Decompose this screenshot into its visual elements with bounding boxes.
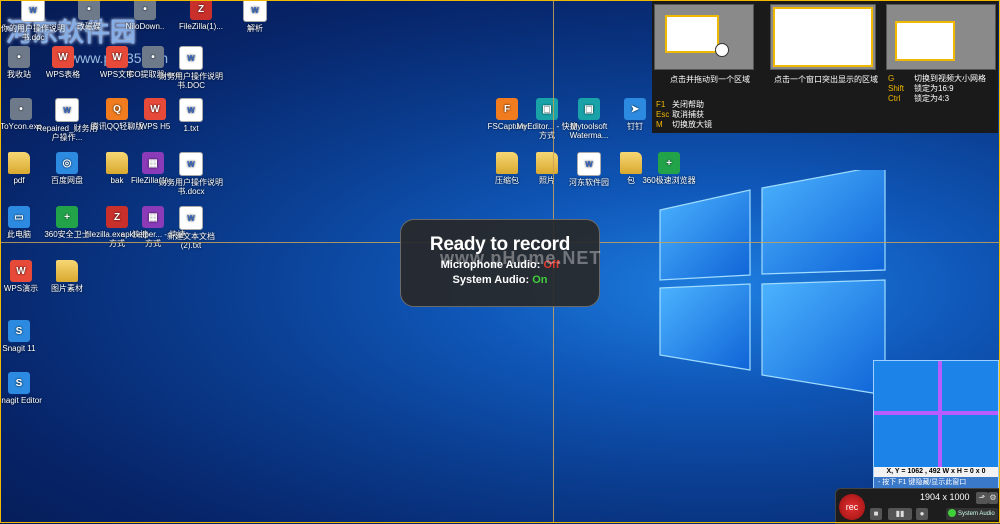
help-panel: 点击并拖动到一个区域 点击一个窗口突出显示的区域 F1 关闭帮助 Esc 取消捕获 M 切… [652, 0, 998, 133]
folder-icon [8, 152, 30, 174]
audio-level-icon[interactable]: ▮▮ [888, 508, 912, 520]
help-thumb-window [770, 4, 876, 70]
help-caption-drag: 点击并拖动到一个区域 [670, 75, 750, 84]
desktop-icon[interactable]: +360极速浏览器 [636, 152, 702, 185]
desktop-icon[interactable]: W 财务用户操作说明书.docx [158, 152, 224, 196]
desktop-icon-label: 财务用户操作说明书.DOC [159, 72, 223, 90]
360-security-icon: + [56, 206, 78, 228]
help-keys-left: F1 关闭帮助 Esc 取消捕获 M 切换放大镜 [656, 100, 712, 130]
hotkey: Shift [888, 84, 905, 93]
document-icon: W [21, 0, 45, 22]
desktop-icon[interactable]: W 新建文本文档(2).txt [158, 206, 224, 250]
desktop-icon[interactable]: S Snagit 11 [0, 320, 52, 353]
system-audio-state: On [532, 274, 548, 286]
desktop-icon-label: 财务用户操作说明书.docx [159, 178, 223, 196]
help-caption-window: 点击一个窗口突出显示的区域 [774, 75, 878, 84]
hotkey-row: F1 关闭帮助 [656, 100, 712, 110]
myeditor-icon: ▣ [536, 98, 558, 120]
document-icon: W [179, 46, 203, 70]
snagit-editor-icon: S [8, 372, 30, 394]
hotkey-description: 切换放大镜 [672, 120, 712, 129]
wps-sheet-icon: W [52, 46, 74, 68]
shortcut-icon: • [78, 0, 100, 20]
hotkey: G [888, 74, 895, 83]
hotkey-row: Ctrl 锁定为4:3 [888, 94, 986, 104]
hotkey-description: 锁定为16:9 [914, 84, 954, 93]
desktop-icon[interactable]: S Snagit Editor [0, 372, 52, 405]
hotkey-description: 切换到视频大小网格 [914, 74, 986, 83]
wps-presentation-icon: W [10, 260, 32, 282]
folder-icon [536, 152, 558, 174]
hotkey: Esc [656, 110, 670, 119]
image-icon: ▣ [578, 98, 600, 120]
cursor-coordinates: X, Y = 1062 , 492 W x H = 0 x 0 [874, 467, 998, 477]
desktop-icon-label: 360极速浏览器 [642, 176, 696, 185]
stop-icon[interactable]: ■ [870, 508, 882, 520]
system-audio-toggle[interactable]: System Audio [946, 508, 998, 520]
desktop-icon[interactable]: 图片素材 [34, 260, 100, 293]
desktop-icon[interactable]: W 解析 [222, 0, 288, 33]
hotkey-row: M 切换放大镜 [656, 120, 712, 130]
dingtalk-icon: ➤ [624, 98, 646, 120]
desktop-icon-label: Snagit Editor [0, 396, 42, 405]
hotkey: Ctrl [888, 94, 901, 103]
help-keys-right: G 切换到视频大小网格 Shift 锁定为16:9 Ctrl 锁定为4:3 [888, 74, 986, 104]
hotkey-row: G 切换到视频大小网格 [888, 74, 986, 84]
filezilla-icon: Z [190, 0, 212, 20]
recycle-bin-icon: • [8, 46, 30, 68]
baidu-netdisk-icon: ◎ [56, 152, 78, 174]
webcam-icon[interactable]: ● [916, 508, 928, 520]
settings-icon[interactable]: ⚙ [988, 492, 998, 504]
hotkey-description: 关闭帮助 [672, 100, 704, 109]
restore-icon[interactable]: ⬏ [976, 492, 988, 504]
toycon-icon: • [10, 98, 32, 120]
hotkey: M [656, 120, 663, 129]
record-button[interactable]: rec [839, 494, 865, 520]
text-file-icon: W [179, 206, 203, 230]
document-icon: W [179, 152, 203, 176]
download-icon: • [134, 0, 156, 20]
360-browser-icon: + [658, 152, 680, 174]
desktop-icon-label: 新建文本文档(2).txt [167, 232, 215, 250]
hotkey: F1 [656, 100, 666, 109]
hotkey-description: 锁定为4:3 [914, 94, 950, 103]
desktop-icon-label: Snagit 11 [2, 344, 36, 353]
desktop-icon[interactable]: W 1.txt [158, 98, 224, 133]
hotkey-description: 取消捕获 [672, 110, 704, 119]
document-icon: W [55, 98, 79, 122]
help-thumb-drag [654, 4, 754, 70]
windows-logo [650, 164, 890, 400]
desktop-icon-label: 1.txt [183, 124, 199, 133]
magnifier: X, Y = 1062 , 492 W x H = 0 x 0 - 按下 F1 … [873, 360, 999, 490]
desktop-icon-label: 图片素材 [51, 284, 83, 293]
recorder-toolbar: rec 1904 x 1000 ■ ▮▮ ● ⬏ ⚙ System Audio [835, 488, 1000, 524]
desktop-icon[interactable]: W 财务用户操作说明书.DOC [158, 46, 224, 90]
desktop-icon-label: 解析 [247, 24, 263, 33]
text-file-icon: W [179, 98, 203, 122]
help-thumb-grid [886, 4, 996, 70]
capture-dimensions[interactable]: 1904 x 1000 [920, 492, 970, 502]
system-audio-status: System Audio: On [452, 274, 548, 286]
watermark-overlay: www.pHome.NET [440, 248, 602, 268]
document-icon: W [243, 0, 267, 22]
computer-icon: ▭ [8, 206, 30, 228]
hotkey-row: Esc 取消捕获 [656, 110, 712, 120]
hotkey-row: Shift 锁定为16:9 [888, 84, 986, 94]
folder-icon [56, 260, 78, 282]
snagit-icon: S [8, 320, 30, 342]
